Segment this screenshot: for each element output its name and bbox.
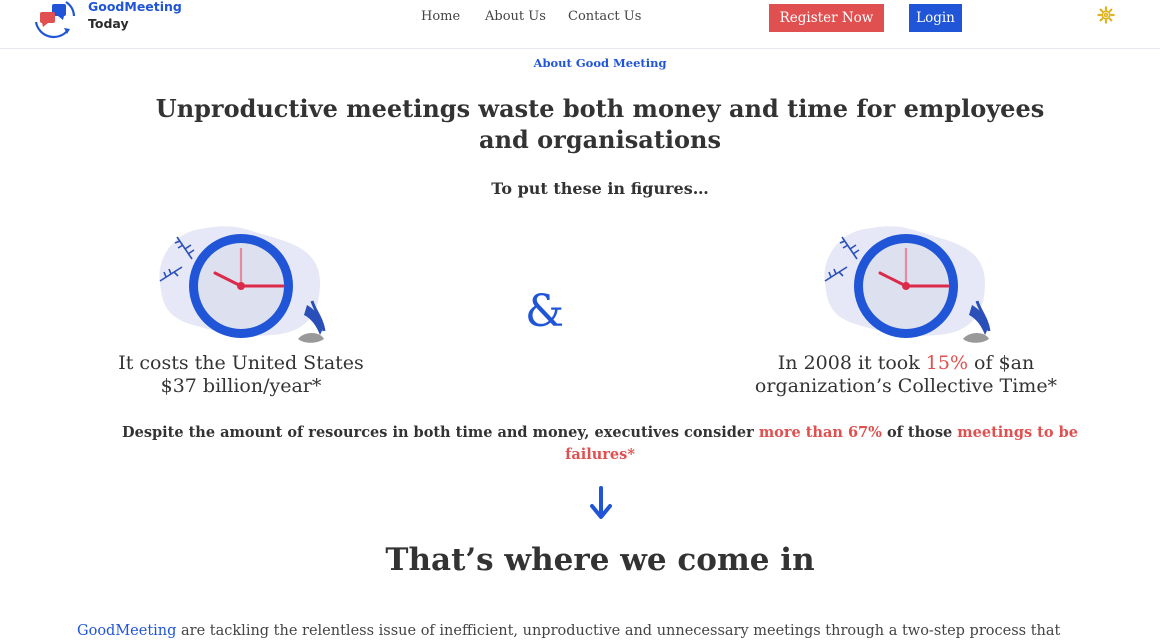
- intro-paragraph: GoodMeeting are tackling the relentless …: [77, 623, 1160, 639]
- section-eyebrow: About Good Meeting: [533, 56, 667, 70]
- despite-mid: of those: [881, 424, 958, 441]
- stat-right-highlight: 15%: [925, 352, 969, 374]
- stat-collective-time: In 2008 it took 15% of $an organization’…: [740, 352, 1072, 398]
- page-headline: Unproductive meetings waste both money a…: [155, 94, 1045, 154]
- figures-subheading: To put these in figures…: [491, 179, 709, 198]
- chat-bubbles-logo-icon[interactable]: [28, 0, 78, 40]
- clock-illustration-left: [159, 226, 326, 343]
- despite-highlight-percent: more than 67%: [758, 424, 882, 441]
- stat-left-line1: It costs the United States: [118, 352, 364, 374]
- gear-icon[interactable]: [1097, 6, 1115, 24]
- site-header: GoodMeeting Today Home About Us Contact …: [0, 0, 1160, 49]
- stat-right-line2: organization’s Collective Time*: [754, 375, 1058, 397]
- stat-right-line1: In 2008 it took 15% of $an: [740, 352, 1072, 375]
- ampersand-divider: &: [525, 286, 565, 337]
- executives-statement: Despite the amount of resources in both …: [120, 422, 1080, 466]
- brand-line-1: GoodMeeting: [88, 0, 182, 14]
- stat-cost-us: It costs the United States $37 billion/y…: [90, 352, 392, 398]
- brand-name[interactable]: GoodMeeting Today: [88, 0, 182, 32]
- login-button[interactable]: Login: [909, 4, 962, 32]
- arrow-down-icon: [590, 486, 612, 519]
- stat-right-pre: In 2008 it took: [777, 352, 926, 374]
- clock-illustration-right: [824, 226, 991, 343]
- brand-line-2: Today: [88, 16, 129, 31]
- register-now-button[interactable]: Register Now: [769, 4, 884, 32]
- despite-pre: Despite the amount of resources in both …: [122, 424, 759, 441]
- intro-brand-link[interactable]: GoodMeeting: [77, 623, 176, 639]
- section-title: That’s where we come in: [385, 542, 815, 578]
- stat-left-line2: $37 billion/year*: [160, 375, 322, 397]
- nav-home[interactable]: Home: [421, 9, 460, 24]
- stat-right-post: of $an: [968, 352, 1035, 374]
- intro-text: are tackling the relentless issue of ine…: [176, 623, 1061, 639]
- nav-about-us[interactable]: About Us: [485, 9, 546, 24]
- nav-contact-us[interactable]: Contact Us: [568, 9, 641, 24]
